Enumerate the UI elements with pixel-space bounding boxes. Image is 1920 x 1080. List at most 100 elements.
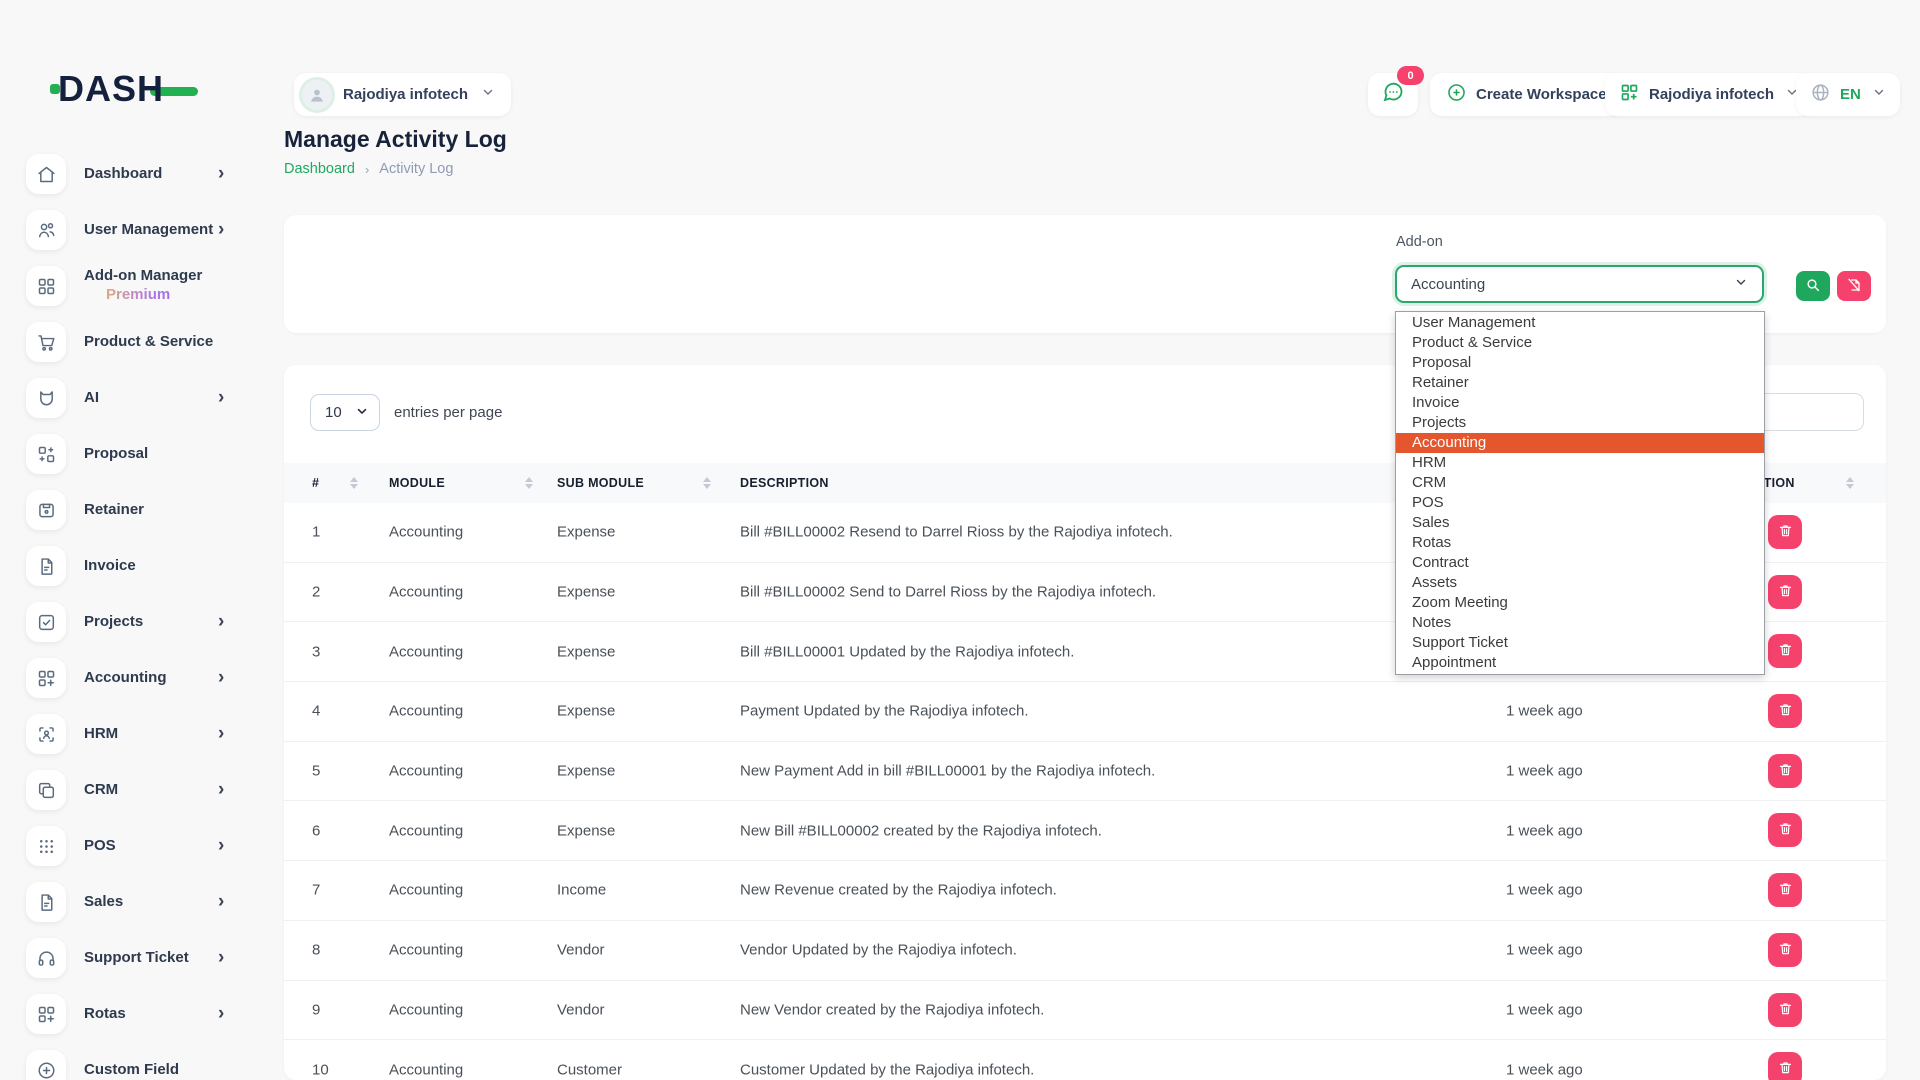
language-selector[interactable]: EN xyxy=(1796,73,1900,116)
reset-filter-button[interactable] xyxy=(1837,271,1871,301)
addon-option-hrm[interactable]: HRM xyxy=(1396,453,1764,473)
cell-num: 10 xyxy=(312,1061,329,1078)
sidebar-item-invoice[interactable]: Invoice xyxy=(0,538,270,594)
brand-logo[interactable]: DASH xyxy=(58,68,198,110)
delete-row-button[interactable] xyxy=(1768,575,1802,609)
addon-option-proposal[interactable]: Proposal xyxy=(1396,353,1764,373)
cell-sub-module: Vendor xyxy=(557,1001,605,1018)
sidebar-item-user-management[interactable]: User Management › xyxy=(0,202,270,258)
delete-row-button[interactable] xyxy=(1768,1052,1802,1080)
ai-icon xyxy=(26,378,66,418)
cell-module: Accounting xyxy=(389,643,463,660)
sidebar-item-product-service[interactable]: Product & Service xyxy=(0,314,270,370)
language-code: EN xyxy=(1840,86,1861,103)
sidebar-item-label: Sales xyxy=(84,893,123,912)
addon-option-pos[interactable]: POS xyxy=(1396,493,1764,513)
sidebar-item-label: Add-on ManagerPremium xyxy=(84,267,202,305)
workspace-grid-icon xyxy=(1619,82,1640,108)
sidebar-item-support-ticket[interactable]: Support Ticket› xyxy=(0,930,270,986)
chevron-right-icon: › xyxy=(218,163,224,185)
addon-option-contract[interactable]: Contract xyxy=(1396,553,1764,573)
cell-sub-module: Expense xyxy=(557,703,615,720)
delete-row-button[interactable] xyxy=(1768,813,1802,847)
delete-row-button[interactable] xyxy=(1768,933,1802,967)
trash-icon xyxy=(1778,821,1793,839)
messages-button[interactable]: 0 xyxy=(1368,73,1418,116)
sidebar-item-crm[interactable]: CRM› xyxy=(0,762,270,818)
create-workspace-button[interactable]: Create Workspace xyxy=(1430,73,1623,116)
col-header-module[interactable]: MODULE xyxy=(389,463,445,503)
delete-row-button[interactable] xyxy=(1768,515,1802,549)
chevron-right-icon: › xyxy=(218,219,224,241)
chevron-right-icon: › xyxy=(218,723,224,745)
messages-count-badge: 0 xyxy=(1397,66,1424,85)
cell-sub-module: Vendor xyxy=(557,942,605,959)
chevron-right-icon: › xyxy=(218,779,224,801)
addon-option-accounting[interactable]: Accounting xyxy=(1396,433,1764,453)
home-icon xyxy=(26,154,66,194)
addon-option-sales[interactable]: Sales xyxy=(1396,513,1764,533)
page-size-select[interactable]: 10 xyxy=(310,394,380,431)
delete-row-button[interactable] xyxy=(1768,754,1802,788)
sidebar-item-sales[interactable]: Sales› xyxy=(0,874,270,930)
sidebar-item-add-on-manager[interactable]: Add-on ManagerPremium xyxy=(0,258,270,314)
col-header-description[interactable]: DESCRIPTION xyxy=(740,463,829,503)
addon-option-appointment[interactable]: Appointment xyxy=(1396,653,1764,673)
delete-row-button[interactable] xyxy=(1768,993,1802,1027)
sidebar-item-projects[interactable]: Projects› xyxy=(0,594,270,650)
cell-num: 8 xyxy=(312,942,320,959)
sidebar-nav: Dashboard› User Management › Add-on Manager… xyxy=(0,146,270,1080)
sidebar-item-hrm[interactable]: HRM› xyxy=(0,706,270,762)
sidebar-item-rotas[interactable]: Rotas› xyxy=(0,986,270,1042)
cell-module: Accounting xyxy=(389,763,463,780)
delete-row-button[interactable] xyxy=(1768,634,1802,668)
sort-toggle-num[interactable] xyxy=(350,463,358,503)
delete-row-button[interactable] xyxy=(1768,694,1802,728)
delete-row-button[interactable] xyxy=(1768,873,1802,907)
chevron-down-icon xyxy=(481,85,495,104)
sidebar-item-retainer[interactable]: Retainer xyxy=(0,482,270,538)
workspace-switcher[interactable]: Rajodiya infotech xyxy=(294,73,511,116)
search-filter-button[interactable] xyxy=(1796,271,1830,301)
sidebar-item-label: User Management xyxy=(84,221,213,240)
addon-select[interactable]: Accounting xyxy=(1395,265,1764,303)
cell-description: New Bill #BILL00002 created by the Rajod… xyxy=(740,822,1102,839)
chat-icon xyxy=(1381,80,1405,109)
retainer-icon xyxy=(26,490,66,530)
addon-option-zoom-meeting[interactable]: Zoom Meeting xyxy=(1396,593,1764,613)
addon-option-rotas[interactable]: Rotas xyxy=(1396,533,1764,553)
sidebar-item-pos[interactable]: POS› xyxy=(0,818,270,874)
chevron-down-icon xyxy=(1872,85,1886,104)
addon-option-assets[interactable]: Assets xyxy=(1396,573,1764,593)
sort-toggle-submodule[interactable] xyxy=(703,463,711,503)
sidebar-item-accounting[interactable]: Accounting› xyxy=(0,650,270,706)
projects-icon xyxy=(26,602,66,642)
sidebar-item-custom-field[interactable]: Custom Field xyxy=(0,1042,270,1080)
sidebar-item-dashboard[interactable]: Dashboard› xyxy=(0,146,270,202)
addon-option-support-ticket[interactable]: Support Ticket xyxy=(1396,633,1764,653)
col-header-submodule[interactable]: SUB MODULE xyxy=(557,463,644,503)
cell-date: 1 week ago xyxy=(1506,1061,1583,1078)
sidebar-item-proposal[interactable]: Proposal xyxy=(0,426,270,482)
cell-date: 1 week ago xyxy=(1506,703,1583,720)
cell-date: 1 week ago xyxy=(1506,1001,1583,1018)
hrm-icon xyxy=(26,714,66,754)
create-workspace-label: Create Workspace xyxy=(1476,86,1607,103)
addon-option-projects[interactable]: Projects xyxy=(1396,413,1764,433)
trash-icon xyxy=(1778,881,1793,899)
addon-option-product-service[interactable]: Product & Service xyxy=(1396,333,1764,353)
cell-date: 1 week ago xyxy=(1506,882,1583,899)
sort-toggle-action[interactable] xyxy=(1846,463,1854,503)
addon-option-user-management[interactable]: User Management xyxy=(1396,313,1764,333)
workspace-menu[interactable]: Rajodiya infotech xyxy=(1605,73,1813,116)
support-icon xyxy=(26,938,66,978)
sidebar-item-ai[interactable]: AI› xyxy=(0,370,270,426)
addon-option-crm[interactable]: CRM xyxy=(1396,473,1764,493)
addon-option-retainer[interactable]: Retainer xyxy=(1396,373,1764,393)
breadcrumb-separator-icon: › xyxy=(365,162,369,177)
col-header-num[interactable]: # xyxy=(312,463,319,503)
addon-option-invoice[interactable]: Invoice xyxy=(1396,393,1764,413)
breadcrumb-dashboard-link[interactable]: Dashboard xyxy=(284,161,355,177)
addon-option-notes[interactable]: Notes xyxy=(1396,613,1764,633)
sort-toggle-module[interactable] xyxy=(525,463,533,503)
